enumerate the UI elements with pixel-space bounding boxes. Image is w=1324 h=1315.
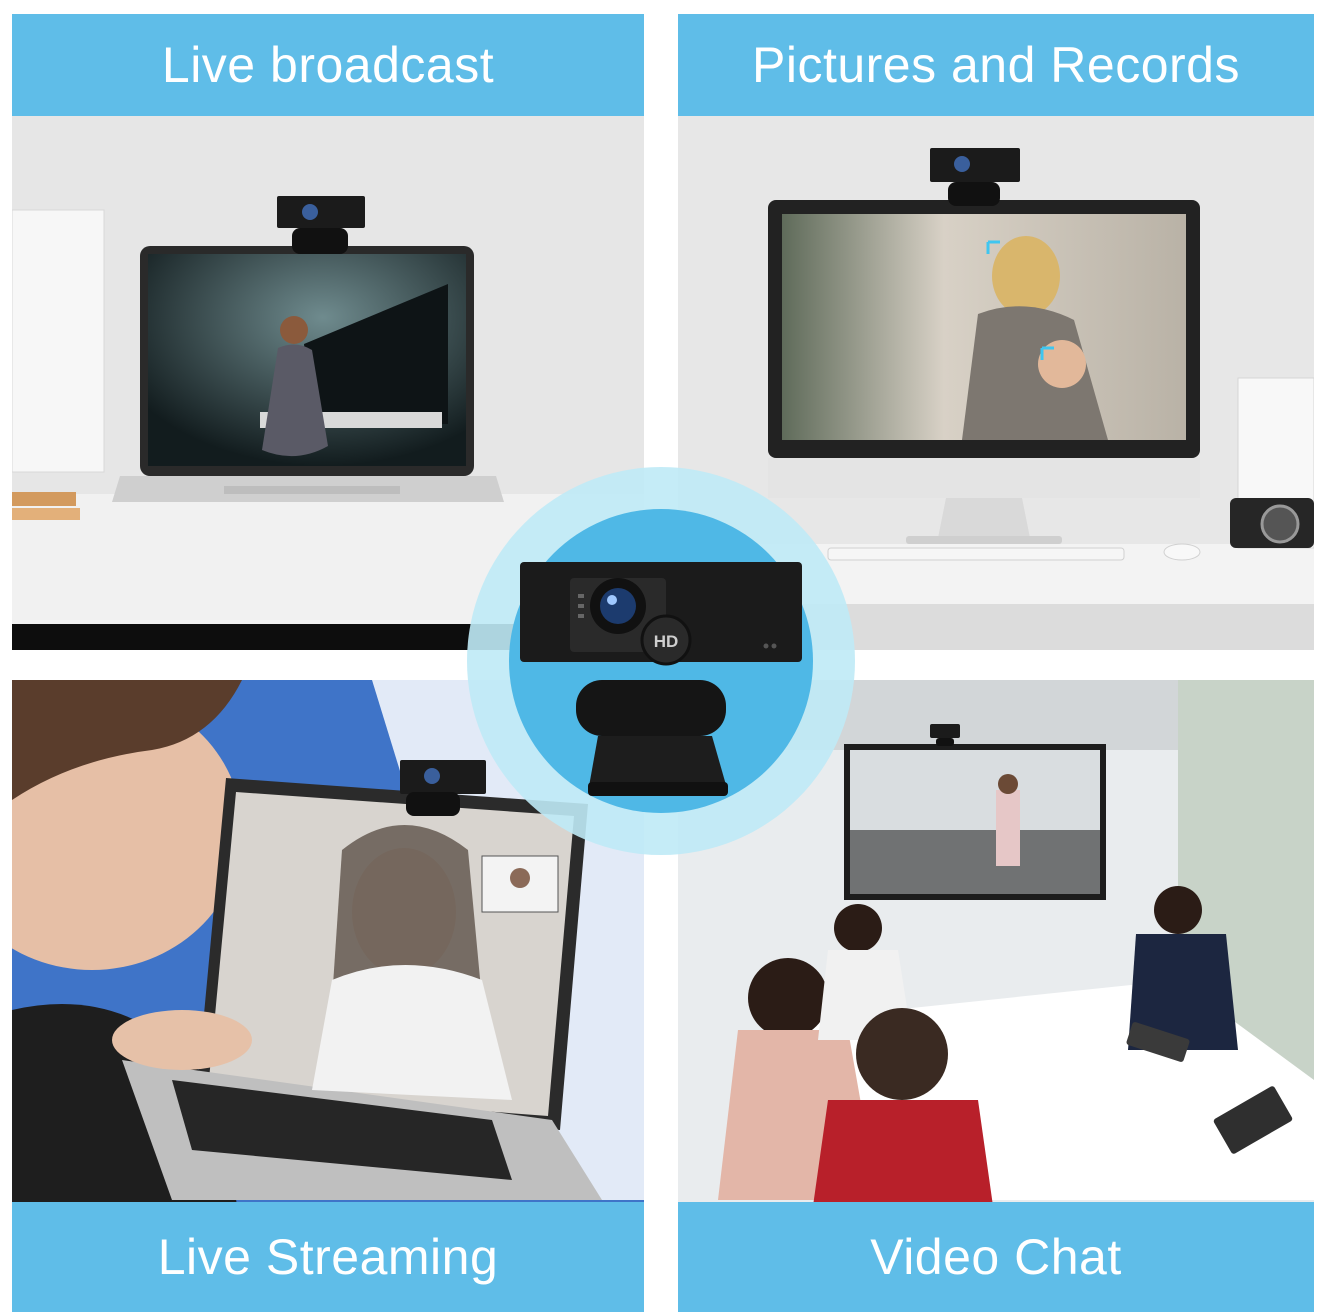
- panel-title: Live Streaming: [157, 1229, 499, 1285]
- panel-title: Live broadcast: [161, 37, 495, 93]
- panel-title-banner: Live broadcast: [12, 14, 644, 116]
- panel-title-banner: Pictures and Records: [678, 14, 1314, 116]
- panel-title-banner: Live Streaming: [12, 1202, 644, 1312]
- panel-title-banner: Video Chat: [678, 1202, 1314, 1312]
- webcam-icon: HD: [467, 467, 855, 855]
- webcam-knob-label: HD: [654, 632, 679, 651]
- camera-icon: [1230, 498, 1314, 548]
- panel-title: Video Chat: [870, 1229, 1122, 1285]
- panel-title: Pictures and Records: [751, 37, 1240, 93]
- product-webcam-showcase: HD: [466, 466, 856, 856]
- monitor-icon: [844, 744, 1106, 900]
